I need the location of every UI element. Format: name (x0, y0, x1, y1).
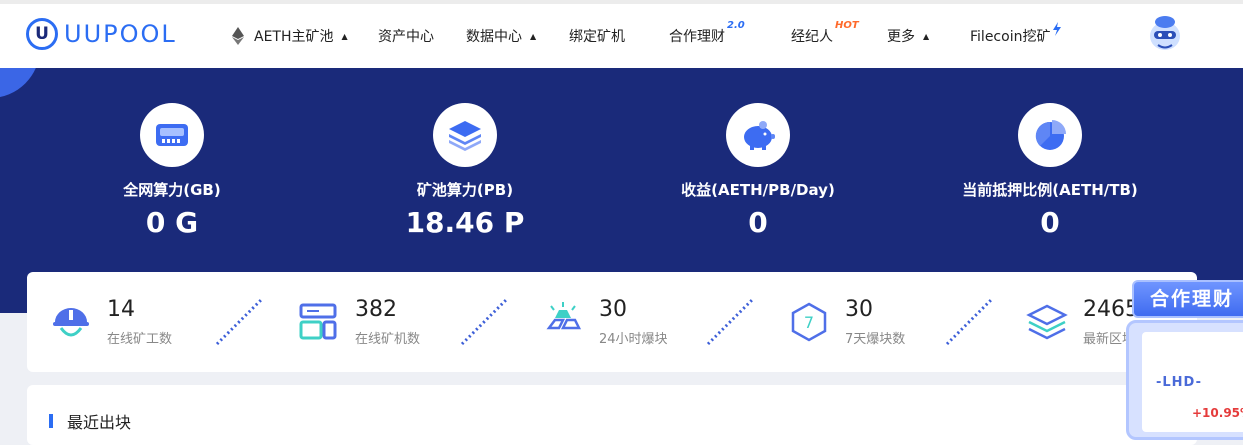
stat-label: 矿池算力(PB) (416, 181, 514, 199)
nav-label-partner-finance: 合作理财 (669, 29, 725, 45)
nav-item-broker[interactable]: 经纪人 (791, 26, 833, 46)
metric-label: 7天爆块数 (845, 332, 906, 347)
nav-label-assets: 资产中心 (378, 29, 434, 45)
top-navigation-bar: U UUPOOL AETH主矿池 ▲ 资产中心 数据中心 ▲ 绑定矿机 合作理财… (0, 0, 1243, 68)
ethereum-icon (232, 27, 244, 45)
stat-label: 收益(AETH/PB/Day) (681, 181, 835, 199)
stat-pledge-ratio: 当前抵押比例(AETH/TB) 0 (900, 103, 1200, 239)
metric-value: 14 (107, 297, 135, 322)
metrics-card: 14 在线矿工数 382 在线矿机数 30 24小时爆块 7 30 7天爆块数 … (27, 272, 1197, 372)
gold-bars-icon (546, 302, 582, 330)
dotted-divider (460, 298, 508, 346)
metric-value: 30 (599, 297, 627, 322)
nav-label-more: 更多 (887, 29, 915, 45)
stat-earnings: 收益(AETH/PB/Day) 0 (608, 103, 908, 239)
piggy-bank-icon (726, 103, 790, 167)
badge-hot: HOT (835, 20, 859, 31)
recent-blocks-card: 最近出块 (27, 385, 1197, 445)
stat-value: 0 (1040, 206, 1060, 239)
promo-tag: 合作理财 (1132, 280, 1243, 318)
dotted-divider (215, 298, 263, 346)
top-border (0, 0, 1243, 4)
nav-label-data: 数据中心 (466, 29, 522, 45)
badge-version: 2.0 (727, 20, 745, 31)
nav-label-bind-miner: 绑定矿机 (569, 29, 625, 45)
nav-label-broker: 经纪人 (791, 29, 833, 45)
pie-chart-icon (1018, 103, 1082, 167)
server-icon (299, 303, 337, 340)
layers-icon (433, 103, 497, 167)
stat-value: 0 (748, 206, 768, 239)
metric-7d-blocks: 7 30 7天爆块数 (787, 272, 905, 372)
nav-item-partner-finance[interactable]: 合作理财 (669, 26, 725, 46)
svg-text:7: 7 (804, 313, 814, 332)
logo-mark: U (26, 18, 58, 50)
partner-finance-promo[interactable]: 合作理财 -LHD- +10.95% (1126, 280, 1243, 440)
stat-network-hashrate: 全网算力(GB) 0 G (22, 103, 322, 239)
nav-item-filecoin[interactable]: Filecoin挖矿 (970, 26, 1050, 46)
caret-down-icon: ▲ (923, 31, 930, 41)
stat-value: 18.46 P (405, 206, 525, 239)
metric-label: 在线矿工数 (107, 332, 173, 347)
stat-label: 当前抵押比例(AETH/TB) (962, 181, 1138, 199)
promo-product: -LHD- (1156, 375, 1202, 390)
caret-down-icon: ▲ (341, 31, 348, 41)
user-avatar-icon[interactable] (1146, 14, 1184, 54)
lightning-icon (1053, 22, 1061, 36)
dotted-divider (945, 298, 993, 346)
metric-label: 24小时爆块 (599, 332, 668, 347)
dotted-divider (706, 298, 754, 346)
decorative-circle (0, 68, 40, 98)
metric-value: 30 (845, 297, 873, 322)
nav-item-bind-miner[interactable]: 绑定矿机 (569, 26, 625, 46)
metric-online-machines: 382 在线矿机数 (297, 272, 420, 372)
seven-day-icon: 7 (791, 302, 827, 342)
nav-item-assets[interactable]: 资产中心 (378, 26, 434, 46)
logo[interactable]: U UUPOOL (26, 18, 177, 50)
nav-item-more[interactable]: 更多 ▲ (887, 26, 929, 46)
blocks-stack-icon (1026, 304, 1068, 340)
worker-helmet-icon (53, 308, 89, 337)
title-accent-bar (49, 414, 53, 428)
metric-24h-blocks: 30 24小时爆块 (541, 272, 668, 372)
recent-title: 最近出块 (67, 413, 132, 432)
section-title: 最近出块 (49, 409, 131, 433)
nav-label-aeth-pool: AETH主矿池 (254, 29, 334, 45)
stat-label: 全网算力(GB) (123, 181, 221, 199)
caret-down-icon: ▲ (530, 31, 537, 41)
promo-rate: +10.95% (1192, 406, 1243, 420)
nav-item-aeth-pool[interactable]: AETH主矿池 ▲ (232, 26, 348, 46)
nav-item-data[interactable]: 数据中心 ▲ (466, 26, 536, 46)
stat-value: 0 G (145, 206, 199, 239)
metric-label: 在线矿机数 (355, 332, 421, 347)
logo-text: UUPOOL (64, 20, 177, 48)
metric-latest-block: 2465 最新区块 (1025, 272, 1139, 372)
stat-pool-hashrate: 矿池算力(PB) 18.46 P (315, 103, 615, 239)
hard-drive-icon (140, 103, 204, 167)
metric-value: 382 (355, 297, 397, 322)
metric-online-workers: 14 在线矿工数 (49, 272, 172, 372)
nav-label-filecoin: Filecoin挖矿 (970, 29, 1051, 45)
